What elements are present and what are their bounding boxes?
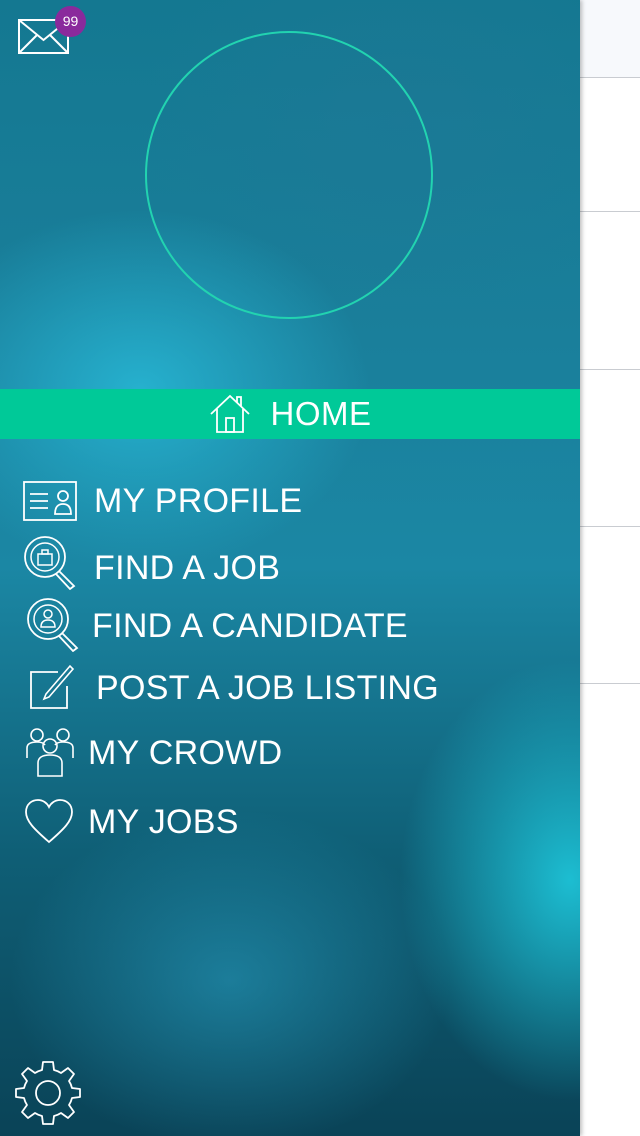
divider [580, 211, 640, 212]
menu-label: MY PROFILE [94, 482, 303, 520]
menu-item-my-profile[interactable]: MY PROFILE [0, 472, 480, 532]
divider [580, 683, 640, 684]
menu-label: MY JOBS [88, 803, 239, 841]
background-navbar [580, 0, 640, 78]
menu-label: FIND A CANDIDATE [92, 607, 408, 645]
menu-item-my-jobs[interactable]: MY JOBS [0, 792, 480, 852]
profile-avatar[interactable] [145, 31, 433, 319]
divider [580, 526, 640, 527]
menu-label: MY CROWD [88, 734, 283, 772]
unread-count-badge: 99 [55, 6, 86, 37]
divider [580, 369, 640, 370]
side-menu-drawer: 99 HOME MY PROFILE FIND A JOB FIND A CAN… [0, 0, 580, 1136]
settings-button[interactable] [14, 1058, 82, 1126]
background-page [580, 0, 640, 1136]
menu-item-find-a-job[interactable]: FIND A JOB [0, 534, 480, 594]
heart-icon [25, 799, 73, 844]
search-candidate-icon [27, 598, 79, 652]
home-label: HOME [270, 395, 372, 432]
menu-label: POST A JOB LISTING [96, 669, 439, 707]
gear-icon [15, 1061, 81, 1125]
menu-item-home[interactable]: HOME [0, 389, 580, 439]
search-job-icon [24, 536, 76, 590]
menu-item-find-a-candidate[interactable]: FIND A CANDIDATE [0, 594, 480, 654]
edit-note-icon [30, 664, 75, 709]
menu-item-post-a-job-listing[interactable]: POST A JOB LISTING [0, 658, 480, 718]
home-icon [209, 394, 250, 433]
menu-item-my-crowd[interactable]: MY CROWD [0, 722, 480, 782]
menu-label: FIND A JOB [94, 549, 281, 587]
profile-card-icon [23, 481, 77, 521]
people-icon [26, 728, 74, 777]
